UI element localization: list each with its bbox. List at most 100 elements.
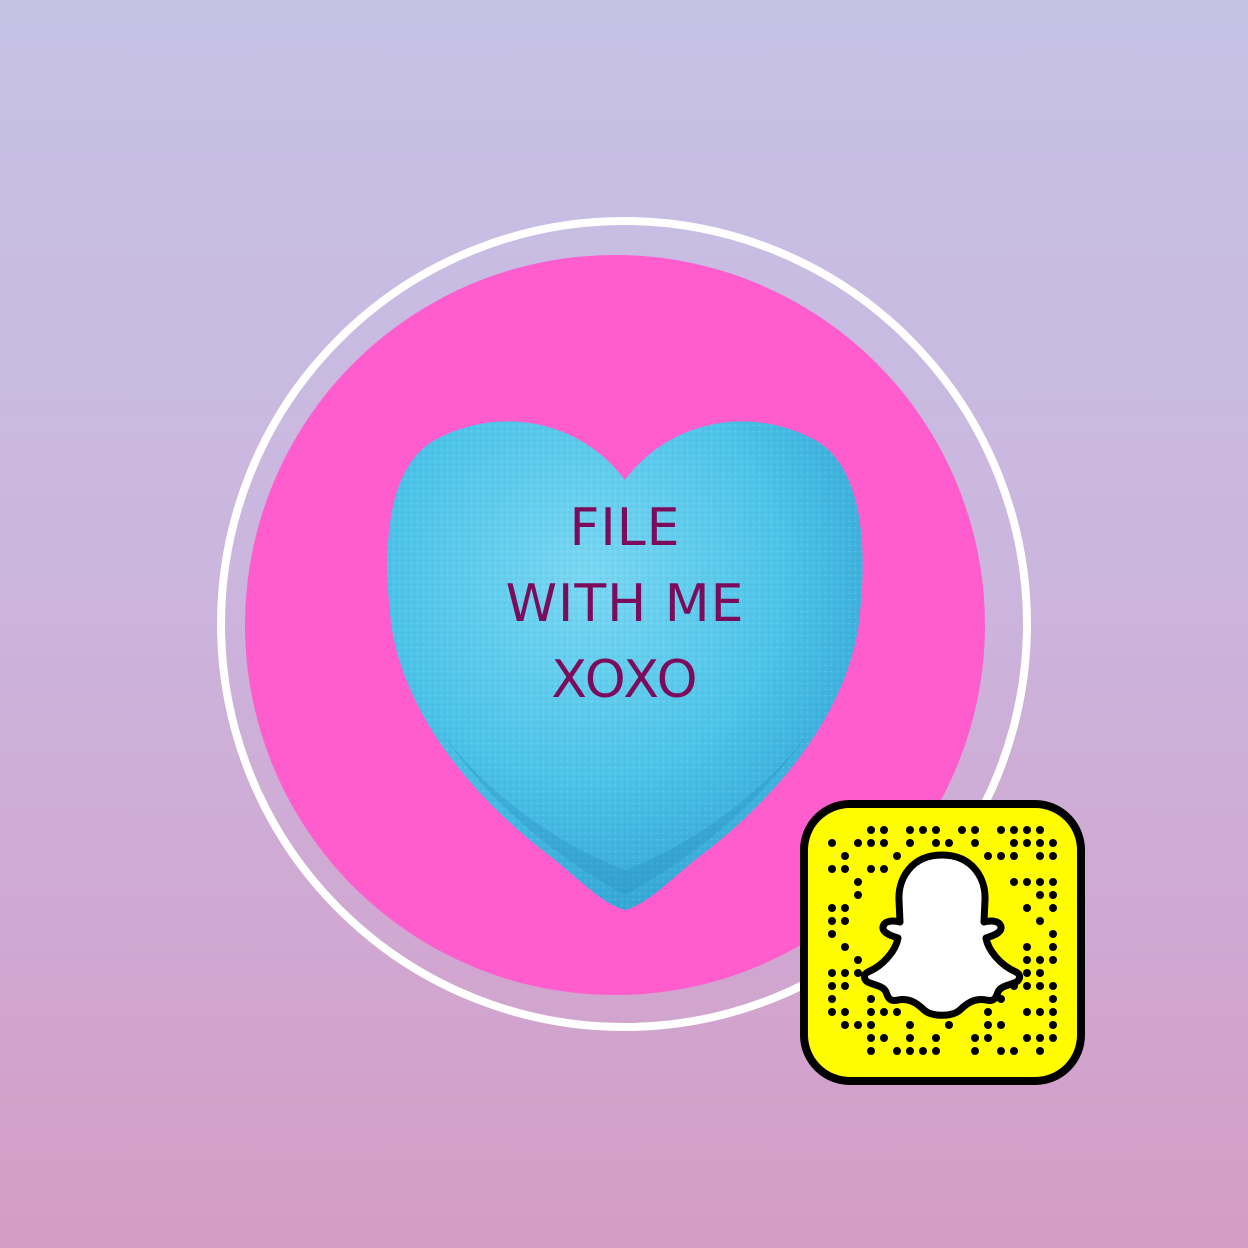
snapcode-dot [1036, 956, 1044, 964]
snapcode-dot [841, 865, 849, 873]
snapcode-dot [880, 1034, 888, 1042]
snapcode-dot [1049, 943, 1057, 951]
snapcode-dot [867, 1021, 875, 1029]
heart-message-line-3: XOXO [551, 650, 699, 710]
snapcode-dot [880, 826, 888, 834]
snapcode-dot [945, 1021, 953, 1029]
snapcode-dot [932, 1047, 940, 1055]
snapcode-dot [1023, 904, 1031, 912]
snapcode-dot [854, 969, 862, 977]
snapcode-dot [828, 995, 836, 1003]
snapcode-dot [854, 891, 862, 899]
snapcode-dot [1023, 1034, 1031, 1042]
snapcode-dot [1023, 878, 1031, 886]
snapcode-dot [854, 956, 862, 964]
snapcode-dot [1036, 826, 1044, 834]
snapcode-dot [919, 1047, 927, 1055]
heart-message-line-2: WITH ME [505, 574, 745, 634]
snapcode-dot [1023, 943, 1031, 951]
snapcode-dot [867, 865, 875, 873]
snapcode-dot [997, 1047, 1005, 1055]
snapcode-dot [984, 1021, 992, 1029]
snapcode-dot [841, 982, 849, 990]
snapcode-dot [906, 839, 914, 847]
snapcode-dot [945, 839, 953, 847]
snapcode-dot [828, 969, 836, 977]
snapcode-dot [1049, 878, 1057, 886]
snapcode-dot [906, 1047, 914, 1055]
snapcode-dot [1023, 982, 1031, 990]
snapcode-dot [906, 826, 914, 834]
snapcode-dot [880, 839, 888, 847]
snapcode-icon[interactable] [800, 800, 1085, 1085]
snapcode-dot [841, 852, 849, 860]
snapcode-dot [1023, 826, 1031, 834]
snapcode-dot [1049, 1008, 1057, 1016]
snapcode-dot [1023, 969, 1031, 977]
snapcode-dot [997, 1021, 1005, 1029]
snapcode-dot [828, 917, 836, 925]
snapcode-dot [1023, 839, 1031, 847]
snapcode-dot [997, 826, 1005, 834]
snapcode-dot [867, 1047, 875, 1055]
snapcode-dot [880, 1008, 888, 1016]
snapcode-dot [1049, 904, 1057, 912]
snapcode-dot [828, 904, 836, 912]
snapcode-dot [841, 917, 849, 925]
snapcode-dot [1036, 839, 1044, 847]
snapcode-dot [932, 1034, 940, 1042]
snapcode-dot [1049, 956, 1057, 964]
snapcode-dot [867, 839, 875, 847]
snapcode-dot [971, 839, 979, 847]
snapcode-dot [867, 1034, 875, 1042]
snapcode-dot [841, 969, 849, 977]
snapcode-dot [1036, 878, 1044, 886]
snapcode-dot [1036, 1047, 1044, 1055]
snapcode-dot [893, 852, 901, 860]
snapcode-dot [958, 826, 966, 834]
snapcode-dot [828, 930, 836, 938]
snapcode-dot [841, 1021, 849, 1029]
snapcode-dot [971, 826, 979, 834]
snapcode-dot [984, 1034, 992, 1042]
snapcode-dot [1049, 982, 1057, 990]
heart-message: FILE WITH ME XOXO [410, 490, 840, 718]
snapcode-dot [841, 943, 849, 951]
snapcode-dot [841, 904, 849, 912]
snapcode-dot [893, 1047, 901, 1055]
snapcode-dot [841, 1008, 849, 1016]
heart-message-line-1: FILE [569, 498, 681, 558]
snapcode-dot [867, 1008, 875, 1016]
snapcode-dot [971, 1034, 979, 1042]
snapcode-dot [1036, 982, 1044, 990]
snapcode-dot [893, 1008, 901, 1016]
snapcode-dot [984, 1008, 992, 1016]
snapcode-dot [1023, 956, 1031, 964]
snapcode-dot [854, 878, 862, 886]
snapcode-dot [1049, 1034, 1057, 1042]
snapcode-dot [1036, 917, 1044, 925]
snapcode-dot [1010, 852, 1018, 860]
snapcode-dot [828, 1008, 836, 1016]
snapcode-dot [1036, 852, 1044, 860]
snapcode-dot [1049, 995, 1057, 1003]
snapcode-dot [1036, 1008, 1044, 1016]
snapcode-dot [932, 826, 940, 834]
snapcode-dot [1036, 891, 1044, 899]
snapcode-dot [867, 826, 875, 834]
snapcode-dot [932, 839, 940, 847]
snapcode-dot [1049, 839, 1057, 847]
snapcode-dot [828, 982, 836, 990]
snapcode-dot [854, 839, 862, 847]
snapcode-dot [906, 1034, 914, 1042]
snapcode-dot [1010, 826, 1018, 834]
snapcode-dot [1036, 1034, 1044, 1042]
snapcode-dot [1023, 1008, 1031, 1016]
snapcode-dot [906, 1021, 914, 1029]
snapcode-dot [1010, 878, 1018, 886]
snapcode-dot [1049, 891, 1057, 899]
snapcode-dot [1049, 852, 1057, 860]
snapcode-dot [984, 852, 992, 860]
snapcode-dot [997, 852, 1005, 860]
snapcode-dot [919, 826, 927, 834]
